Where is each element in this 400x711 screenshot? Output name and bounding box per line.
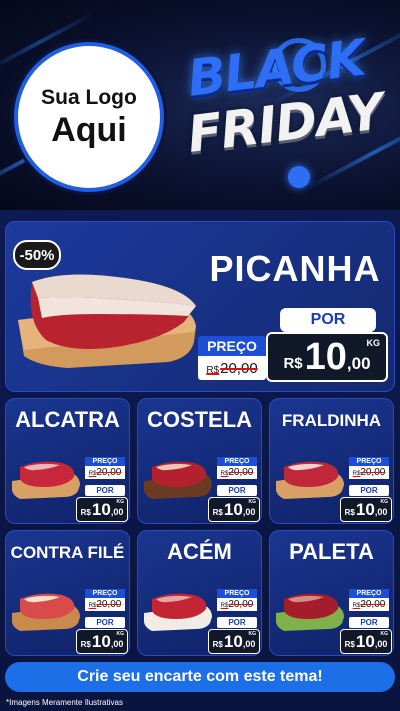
old-price: R$20,00 bbox=[85, 466, 125, 479]
product-name: CONTRA FILÉ bbox=[10, 543, 125, 562]
product-card[interactable]: COSTELA PREÇO R$20,00 POR R$ 10 ,00 KG bbox=[137, 398, 262, 524]
por-label: POR bbox=[85, 485, 125, 496]
price-integer: 10 bbox=[223, 499, 243, 519]
price-unit: KG bbox=[248, 631, 257, 637]
por-label: POR bbox=[280, 308, 376, 332]
price-unit: KG bbox=[380, 499, 389, 505]
featured-price: R$ 10 ,00 KG bbox=[266, 332, 388, 382]
product-image bbox=[276, 461, 344, 499]
old-price: R$20,00 bbox=[349, 598, 389, 611]
product-image bbox=[12, 461, 80, 499]
old-price: R$20,00 bbox=[217, 466, 257, 479]
price-integer: 10 bbox=[355, 499, 375, 519]
picanha-image bbox=[18, 274, 196, 368]
preco-label: PREÇO bbox=[217, 457, 257, 466]
por-label: POR bbox=[349, 617, 389, 628]
por-label: POR bbox=[85, 617, 125, 628]
product-name: PALETA bbox=[289, 539, 374, 564]
price-decimal: ,00 bbox=[374, 639, 388, 649]
price-integer: 10 bbox=[91, 631, 111, 651]
logo-text-line1: Sua Logo bbox=[41, 86, 137, 109]
product-price: R$ 10 ,00 KG bbox=[76, 629, 128, 654]
currency: R$ bbox=[212, 507, 223, 517]
old-currency: R$ bbox=[206, 364, 220, 376]
old-price-value: 20,00 bbox=[228, 467, 254, 478]
product-card[interactable]: PALETA PREÇO R$20,00 POR R$ 10 ,00 KG bbox=[269, 530, 394, 656]
old-price-value: 20,00 bbox=[96, 599, 122, 610]
preco-label: PREÇO bbox=[85, 589, 125, 598]
disclaimer: *Imagens Meramente Ilustrativas bbox=[6, 698, 123, 707]
price-unit: KG bbox=[366, 338, 381, 348]
old-price-value: 20,00 bbox=[360, 467, 386, 478]
price-integer: 10 bbox=[91, 499, 111, 519]
price-unit: KG bbox=[248, 499, 257, 505]
product-image bbox=[144, 461, 212, 499]
price-unit: KG bbox=[380, 631, 389, 637]
product-card[interactable]: FRALDINHA PREÇO R$20,00 POR R$ 10 ,00 KG bbox=[269, 398, 394, 524]
price-unit: KG bbox=[116, 631, 125, 637]
preco-label: PREÇO bbox=[349, 589, 389, 598]
product-price: R$ 10 ,00 KG bbox=[340, 629, 392, 654]
price-decimal: ,00 bbox=[346, 354, 371, 373]
product-image bbox=[276, 593, 344, 631]
old-price-value: 20,00 bbox=[228, 599, 254, 610]
price-integer: 10 bbox=[355, 631, 375, 651]
product-name: FRALDINHA bbox=[281, 411, 382, 430]
product-card[interactable]: CONTRA FILÉ PREÇO R$20,00 POR R$ 10 ,00 … bbox=[5, 530, 130, 656]
price-integer: 10 bbox=[304, 336, 347, 378]
old-price: R$20,00 bbox=[198, 356, 266, 380]
product-card[interactable]: ALCATRA PREÇO R$20,00 POR R$ 10 ,00 KG bbox=[5, 398, 130, 524]
por-label: POR bbox=[217, 617, 257, 628]
currency: R$ bbox=[80, 507, 91, 517]
price-unit: KG bbox=[116, 499, 125, 505]
product-price: R$ 10 ,00 KG bbox=[208, 497, 260, 522]
price-decimal: ,00 bbox=[110, 507, 124, 517]
old-price-value: 20,00 bbox=[96, 467, 122, 478]
preco-label: PREÇO bbox=[198, 336, 266, 356]
price-decimal: ,00 bbox=[110, 639, 124, 649]
currency: R$ bbox=[344, 639, 355, 649]
old-price: R$20,00 bbox=[217, 598, 257, 611]
por-label: POR bbox=[349, 485, 389, 496]
black-friday-logo: BLACK FRIDAY bbox=[184, 29, 394, 192]
old-price-value: 20,00 bbox=[220, 359, 258, 377]
old-price: R$20,00 bbox=[85, 598, 125, 611]
product-card[interactable]: ACÉM PREÇO R$20,00 POR R$ 10 ,00 KG bbox=[137, 530, 262, 656]
featured-product-name: PICANHA bbox=[209, 248, 381, 289]
price-decimal: ,00 bbox=[242, 507, 256, 517]
product-price: R$ 10 ,00 KG bbox=[208, 629, 260, 654]
currency: R$ bbox=[344, 507, 355, 517]
price-integer: 10 bbox=[223, 631, 243, 651]
currency: R$ bbox=[283, 354, 303, 372]
create-flyer-button[interactable]: Crie seu encarte com este tema! bbox=[5, 662, 395, 692]
por-label: POR bbox=[217, 485, 257, 496]
logo-text-line2: Aqui bbox=[51, 111, 127, 149]
preco-label: PREÇO bbox=[217, 589, 257, 598]
preco-label: PREÇO bbox=[349, 457, 389, 466]
logo-placeholder[interactable]: Sua Logo Aqui bbox=[14, 42, 164, 192]
product-name: COSTELA bbox=[146, 407, 253, 432]
preco-label: PREÇO bbox=[85, 457, 125, 466]
price-decimal: ,00 bbox=[242, 639, 256, 649]
old-price: R$20,00 bbox=[349, 466, 389, 479]
product-name: ACÉM bbox=[167, 539, 232, 564]
product-price: R$ 10 ,00 KG bbox=[340, 497, 392, 522]
product-price: R$ 10 ,00 KG bbox=[76, 497, 128, 522]
product-name: ALCATRA bbox=[15, 407, 120, 432]
product-image bbox=[144, 593, 212, 631]
price-decimal: ,00 bbox=[374, 507, 388, 517]
product-image bbox=[12, 593, 80, 631]
discount-badge: -50% bbox=[13, 240, 61, 270]
currency: R$ bbox=[80, 639, 91, 649]
old-price-value: 20,00 bbox=[360, 599, 386, 610]
currency: R$ bbox=[212, 639, 223, 649]
pin-icon bbox=[288, 166, 310, 188]
